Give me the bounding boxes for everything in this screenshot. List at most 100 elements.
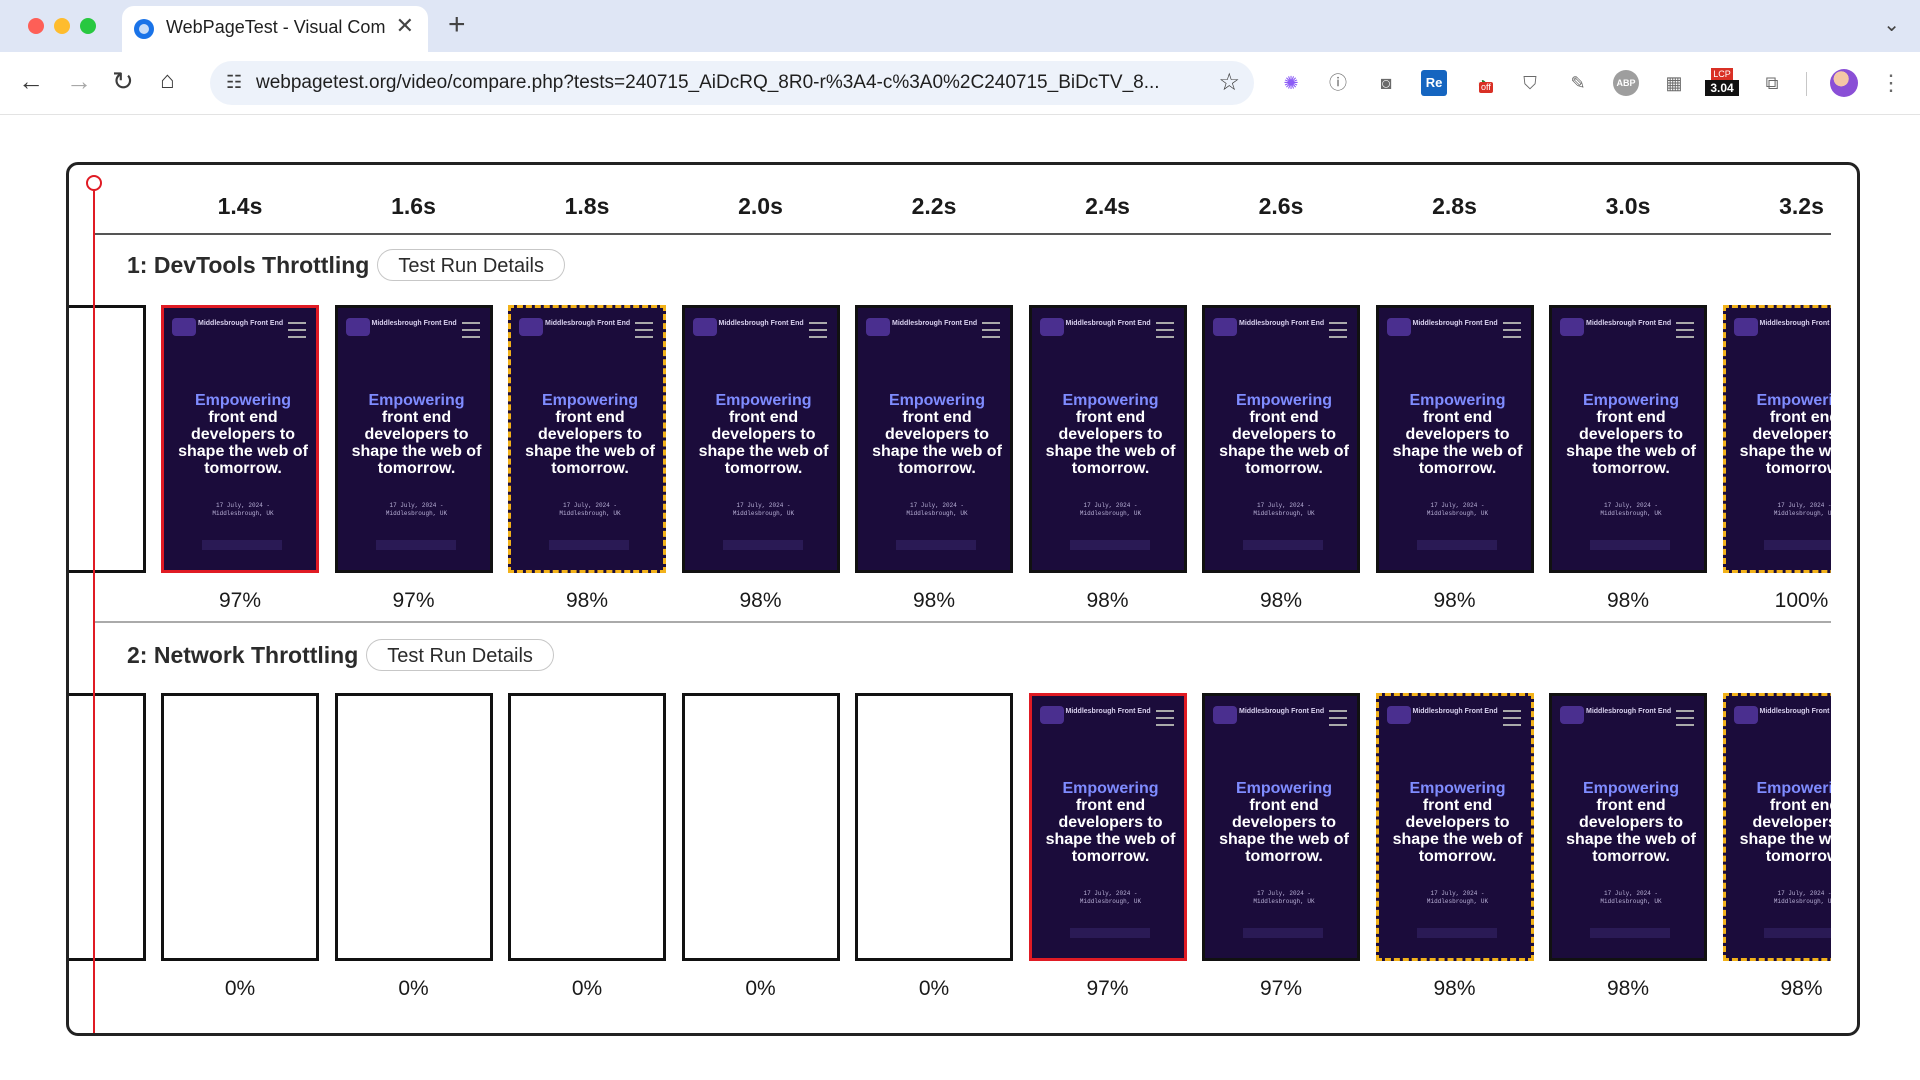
filmstrip-viewport[interactable]: 1.4s 1.6s 1.8s 2.0s 2.2s 2.4s 2.6s 2.8s 3.0s 3.2s… xyxy=(69,165,1831,1033)
thumb-hero-main: front end developers to shape the web of… xyxy=(1566,797,1696,865)
visual-progress-percent: 98% xyxy=(912,589,956,612)
thumb-cta-button xyxy=(1243,928,1323,938)
adblock-icon[interactable]: ABP xyxy=(1613,70,1639,96)
video-frame-thumbnail[interactable]: Middlesbrough Front End Empoweringfront e… xyxy=(1722,305,1831,573)
video-frame-thumbnail[interactable]: Middlesbrough Front End Empoweringfront e… xyxy=(1028,305,1187,573)
video-frame-thumbnail[interactable]: Middlesbrough Front End Empoweringfront e… xyxy=(681,305,840,573)
video-frame-thumbnail[interactable]: Middlesbrough Front End Empoweringfront e… xyxy=(1202,693,1360,961)
visual-progress-percent: 97% xyxy=(218,589,262,612)
thumb-brand: Middlesbrough Front End xyxy=(198,320,284,327)
visual-progress-percent: 0% xyxy=(918,977,950,1000)
visual-progress-percent: 98% xyxy=(1433,977,1476,1000)
extensions-puzzle-icon[interactable]: ⧉ xyxy=(1759,70,1785,96)
thumb-meta: 17 July, 2024 - Middlesbrough, UK xyxy=(858,502,1010,518)
hamburger-menu-icon xyxy=(982,322,1000,338)
test-run-details-button[interactable]: Test Run Details xyxy=(377,249,565,281)
thumb-hero-accent: Empowering xyxy=(1235,780,1332,797)
new-tab-button[interactable]: + xyxy=(448,8,466,42)
thumb-meta: 17 July, 2024 - Middlesbrough, UK xyxy=(1205,502,1357,518)
video-frame-thumbnail[interactable]: Middlesbrough Front End Empoweringfront e… xyxy=(1549,305,1707,573)
thumb-location: Middlesbrough, UK xyxy=(212,510,274,517)
thumb-hero-main: front end developers to shape the web of… xyxy=(698,409,829,477)
visual-progress-percent: 98% xyxy=(1606,977,1650,1000)
reload-icon[interactable]: ↻ xyxy=(112,66,134,96)
lcp-badge[interactable]: LCP 3.04 xyxy=(1705,68,1739,98)
maximize-window-button[interactable] xyxy=(80,18,96,34)
thumb-brand: Middlesbrough Front End xyxy=(718,320,804,327)
blank-frame-thumbnail[interactable] xyxy=(161,693,319,961)
video-frame-thumbnail[interactable]: Middlesbrough Front End Empoweringfront e… xyxy=(1028,693,1187,961)
playhead-line[interactable] xyxy=(93,185,95,1033)
hamburger-menu-icon xyxy=(1329,322,1347,338)
web-vitals-icon[interactable]: ◔off xyxy=(1469,70,1495,96)
thumb-brand: Middlesbrough Front End xyxy=(892,320,978,327)
thumb-hero-accent: Empowering xyxy=(715,392,812,409)
visual-progress-percent: 97% xyxy=(1259,977,1303,1000)
thumb-hero-main: front end developers to shape the web of… xyxy=(178,409,308,477)
profile-avatar[interactable] xyxy=(1830,69,1858,97)
lcp-value: 3.04 xyxy=(1705,80,1739,96)
thumb-meta: 17 July, 2024 - Middlesbrough, UK xyxy=(1552,502,1704,518)
thumb-hero-main: front end developers to shape the web of… xyxy=(1739,409,1831,477)
pin-icon[interactable]: ✎ xyxy=(1565,70,1591,96)
active-tab[interactable]: WebPageTest - Visual Compari ✕ xyxy=(122,6,428,52)
bookmark-star-icon[interactable]: ☆ xyxy=(1218,68,1240,97)
video-frame-thumbnail[interactable]: Middlesbrough Front End Empoweringfront e… xyxy=(161,305,319,573)
blank-frame-thumbnail[interactable] xyxy=(855,693,1013,961)
video-frame-thumbnail[interactable]: Middlesbrough Front End Empoweringfront e… xyxy=(1722,693,1832,961)
thumb-hero-accent: Empowering xyxy=(541,392,638,409)
video-frame-thumbnail[interactable]: Middlesbrough Front End Empoweringfront e… xyxy=(334,305,493,573)
minimize-window-button[interactable] xyxy=(54,18,70,34)
blank-frame-thumbnail[interactable] xyxy=(508,693,666,961)
extension-info-icon[interactable]: ⓘ xyxy=(1325,70,1351,96)
off-badge: off xyxy=(1479,82,1493,93)
thumb-hero-text: Empoweringfront end developers to shape … xyxy=(862,392,1010,477)
home-icon[interactable]: ⌂ xyxy=(160,66,175,96)
forward-arrow-icon[interactable]: → xyxy=(66,66,92,96)
thumb-brand: Middlesbrough Front End xyxy=(1759,708,1832,715)
video-frame-thumbnail[interactable]: Middlesbrough Front End Empoweringfront e… xyxy=(855,305,1013,573)
thumb-brand: Middlesbrough Front End xyxy=(1065,708,1151,715)
thumb-cta-button xyxy=(1069,928,1150,938)
playhead-handle[interactable] xyxy=(86,175,102,191)
visual-progress-percent: 98% xyxy=(565,589,609,612)
partial-frame-thumbnail[interactable] xyxy=(69,693,146,961)
thumb-hero-text: Empoweringfront end developers to shape … xyxy=(1383,392,1531,477)
video-frame-thumbnail[interactable]: Middlesbrough Front End Empoweringfront e… xyxy=(508,305,666,573)
thumb-date: 17 July, 2024 - xyxy=(1430,502,1485,509)
extension-gear-icon[interactable]: ✺ xyxy=(1278,70,1304,96)
toolbar-separator xyxy=(1806,72,1807,96)
video-frame-thumbnail[interactable]: Middlesbrough Front End Empoweringfront e… xyxy=(1375,693,1534,961)
row-divider xyxy=(95,621,1831,623)
re-extension-icon[interactable]: Re xyxy=(1421,70,1447,96)
video-frame-thumbnail[interactable]: Middlesbrough Front End Empoweringfront e… xyxy=(1375,305,1534,573)
timeline-tick: 2.6s xyxy=(1258,193,1304,219)
site-settings-icon[interactable]: ☷ xyxy=(226,72,242,93)
grid-extension-icon[interactable]: ▦ xyxy=(1661,70,1687,96)
partial-frame-thumbnail[interactable] xyxy=(69,305,146,573)
thumb-date: 17 July, 2024 - xyxy=(389,502,444,509)
thumb-meta: 17 July, 2024 - Middlesbrough, UK xyxy=(511,502,663,518)
test-run-details-button[interactable]: Test Run Details xyxy=(366,639,554,671)
thumb-hero-main: front end developers to shape the web of… xyxy=(351,409,482,477)
tab-strip: WebPageTest - Visual Compari ✕ + ⌄ xyxy=(0,0,1920,52)
thumb-brand: Middlesbrough Front End xyxy=(1586,320,1672,327)
browser-menu-icon[interactable]: ⋮ xyxy=(1878,70,1904,96)
thumb-location: Middlesbrough, UK xyxy=(1600,898,1662,905)
thumb-meta: 17 July, 2024 - Middlesbrough, UK xyxy=(1032,502,1184,518)
tab-search-icon[interactable]: ⌄ xyxy=(1883,12,1900,37)
close-tab-icon[interactable]: ✕ xyxy=(396,13,414,39)
blank-frame-thumbnail[interactable] xyxy=(681,693,840,961)
blank-frame-thumbnail[interactable] xyxy=(334,693,493,961)
camera-icon[interactable]: ◙ xyxy=(1373,70,1399,96)
video-frame-thumbnail[interactable]: Middlesbrough Front End Empoweringfront e… xyxy=(1549,693,1707,961)
thumb-meta: 17 July, 2024 - Middlesbrough, UK xyxy=(1726,890,1831,906)
shield-icon[interactable]: ⛉ xyxy=(1517,70,1543,96)
address-bar[interactable]: ☷ webpagetest.org/video/compare.php?test… xyxy=(210,61,1254,105)
close-window-button[interactable] xyxy=(28,18,44,34)
video-frame-thumbnail[interactable]: Middlesbrough Front End Empoweringfront e… xyxy=(1202,305,1360,573)
visual-progress-percent: 97% xyxy=(392,589,435,612)
thumb-meta: 17 July, 2024 - Middlesbrough, UK xyxy=(1379,890,1531,906)
back-arrow-icon[interactable]: ← xyxy=(18,66,44,96)
thumb-location: Middlesbrough, UK xyxy=(732,510,795,517)
